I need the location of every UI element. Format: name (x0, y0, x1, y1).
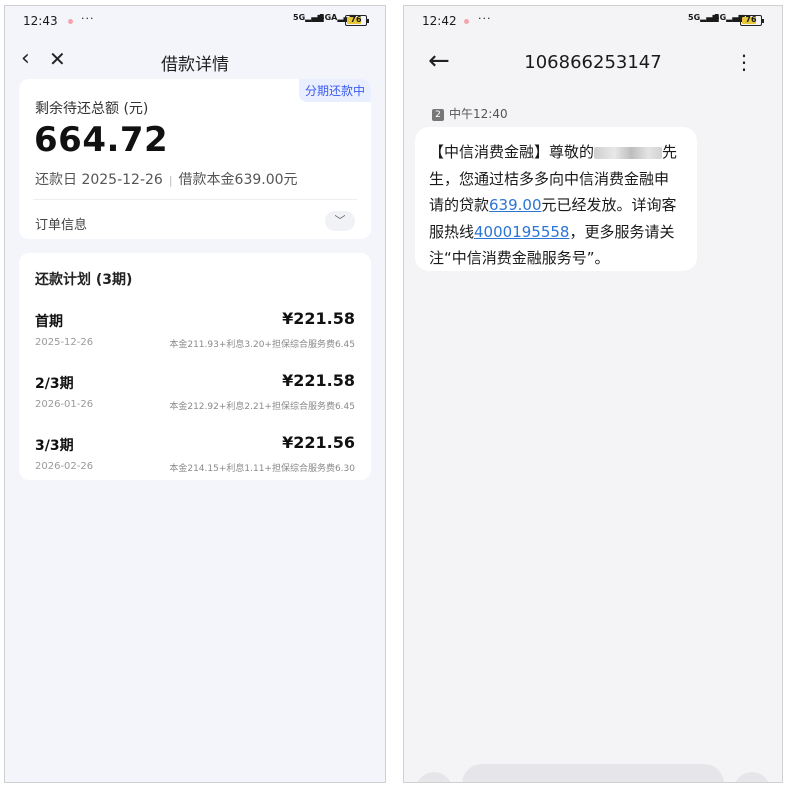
battery-icon: 76 (345, 15, 369, 26)
message-text: 【中信消费金融】尊敬的 (429, 143, 595, 161)
notification-dot-icon (464, 19, 469, 24)
redacted-name (594, 146, 663, 159)
installment-name: 首期 (35, 314, 63, 330)
phone-link[interactable]: 4000195558 (474, 223, 569, 241)
due-date: 还款日 2025-12-26 (35, 172, 163, 188)
page-title: 借款详情 (161, 55, 229, 75)
chevron-down-icon[interactable]: ﹀ (325, 211, 355, 231)
message-timestamp: 2 中午12:40 (432, 105, 508, 122)
installment-date: 2025-12-26 (35, 337, 94, 348)
status-time: 12:42 (422, 14, 457, 28)
sender-number: 106866253147 (524, 52, 662, 73)
installment-detail: 本金214.15+利息1.11+担保综合服务费6.30 (169, 464, 355, 474)
status-more: ··· (478, 12, 492, 25)
plan-title: 还款计划 (3期) (35, 272, 133, 288)
send-button[interactable] (734, 772, 770, 782)
divider (33, 199, 357, 200)
status-time: 12:43 (23, 14, 58, 28)
sms-conversation-screen: 12:42 ··· 5G▂▄▆ 5G▂▄▆ 76 ← 106866253147 … (403, 5, 783, 783)
remaining-label: 剩余待还总额 (元) (35, 101, 149, 117)
installment-name: 3/3期 (35, 438, 74, 454)
installment-amount: ¥221.58 (282, 371, 355, 390)
installment-detail: 本金211.93+利息3.20+担保综合服务费6.45 (169, 340, 355, 350)
message-time: 中午12:40 (449, 107, 508, 121)
message-input[interactable] (462, 764, 724, 782)
plan-row: 3/3期 ¥221.56 2026-02-26 本金214.15+利息1.11+… (35, 433, 355, 479)
status-bar: 12:42 ··· 5G▂▄▆ 5G▂▄▆ 76 (404, 6, 782, 36)
more-vert-icon[interactable]: ⋮ (734, 50, 754, 74)
plan-row: 2/3期 ¥221.58 2026-01-26 本金212.92+利息2.21+… (35, 371, 355, 417)
installment-date: 2026-02-26 (35, 461, 94, 472)
loan-details-screen: 12:43 ··· 5G▂▄▆ 5GA▂▄▆ 76 ‹ ✕ 借款详情 分期还款中… (4, 5, 386, 783)
remaining-amount: 664.72 (34, 120, 169, 160)
attach-button[interactable] (416, 772, 452, 782)
loan-meta: 还款日 2025-12-26 | 借款本金639.00元 (35, 172, 298, 188)
page-header: ‹ ✕ 借款详情 (5, 44, 385, 78)
battery-icon: 76 (740, 15, 764, 26)
installment-amount: ¥221.56 (282, 433, 355, 452)
status-more: ··· (81, 12, 95, 25)
plan-row: 首期 ¥221.58 2025-12-26 本金211.93+利息3.20+担保… (35, 309, 355, 355)
repayment-plan-card: 还款计划 (3期) 首期 ¥221.58 2025-12-26 本金211.93… (19, 253, 371, 480)
installment-amount: ¥221.58 (282, 309, 355, 328)
repayment-summary-card: 分期还款中 剩余待还总额 (元) 664.72 还款日 2025-12-26 | 借… (19, 79, 371, 239)
loan-principal: 借款本金639.00元 (178, 172, 298, 188)
notification-dot-icon (68, 19, 73, 24)
installment-date: 2026-01-26 (35, 399, 94, 410)
conversation-header: ← 106866253147 ⋮ (404, 44, 782, 84)
status-bar: 12:43 ··· 5G▂▄▆ 5GA▂▄▆ 76 (5, 6, 385, 36)
installment-detail: 本金212.92+利息2.21+担保综合服务费6.45 (169, 402, 355, 412)
amount-link[interactable]: 639.00 (489, 196, 542, 214)
status-badge: 分期还款中 (298, 79, 371, 102)
order-info-label[interactable]: 订单信息 (35, 214, 87, 233)
installment-name: 2/3期 (35, 376, 74, 392)
message-bubble[interactable]: 【中信消费金融】尊敬的 先生，您通过桔多多向中信消费金融申请的贷款639.00元已… (415, 127, 697, 271)
sim-icon: 2 (432, 108, 444, 121)
